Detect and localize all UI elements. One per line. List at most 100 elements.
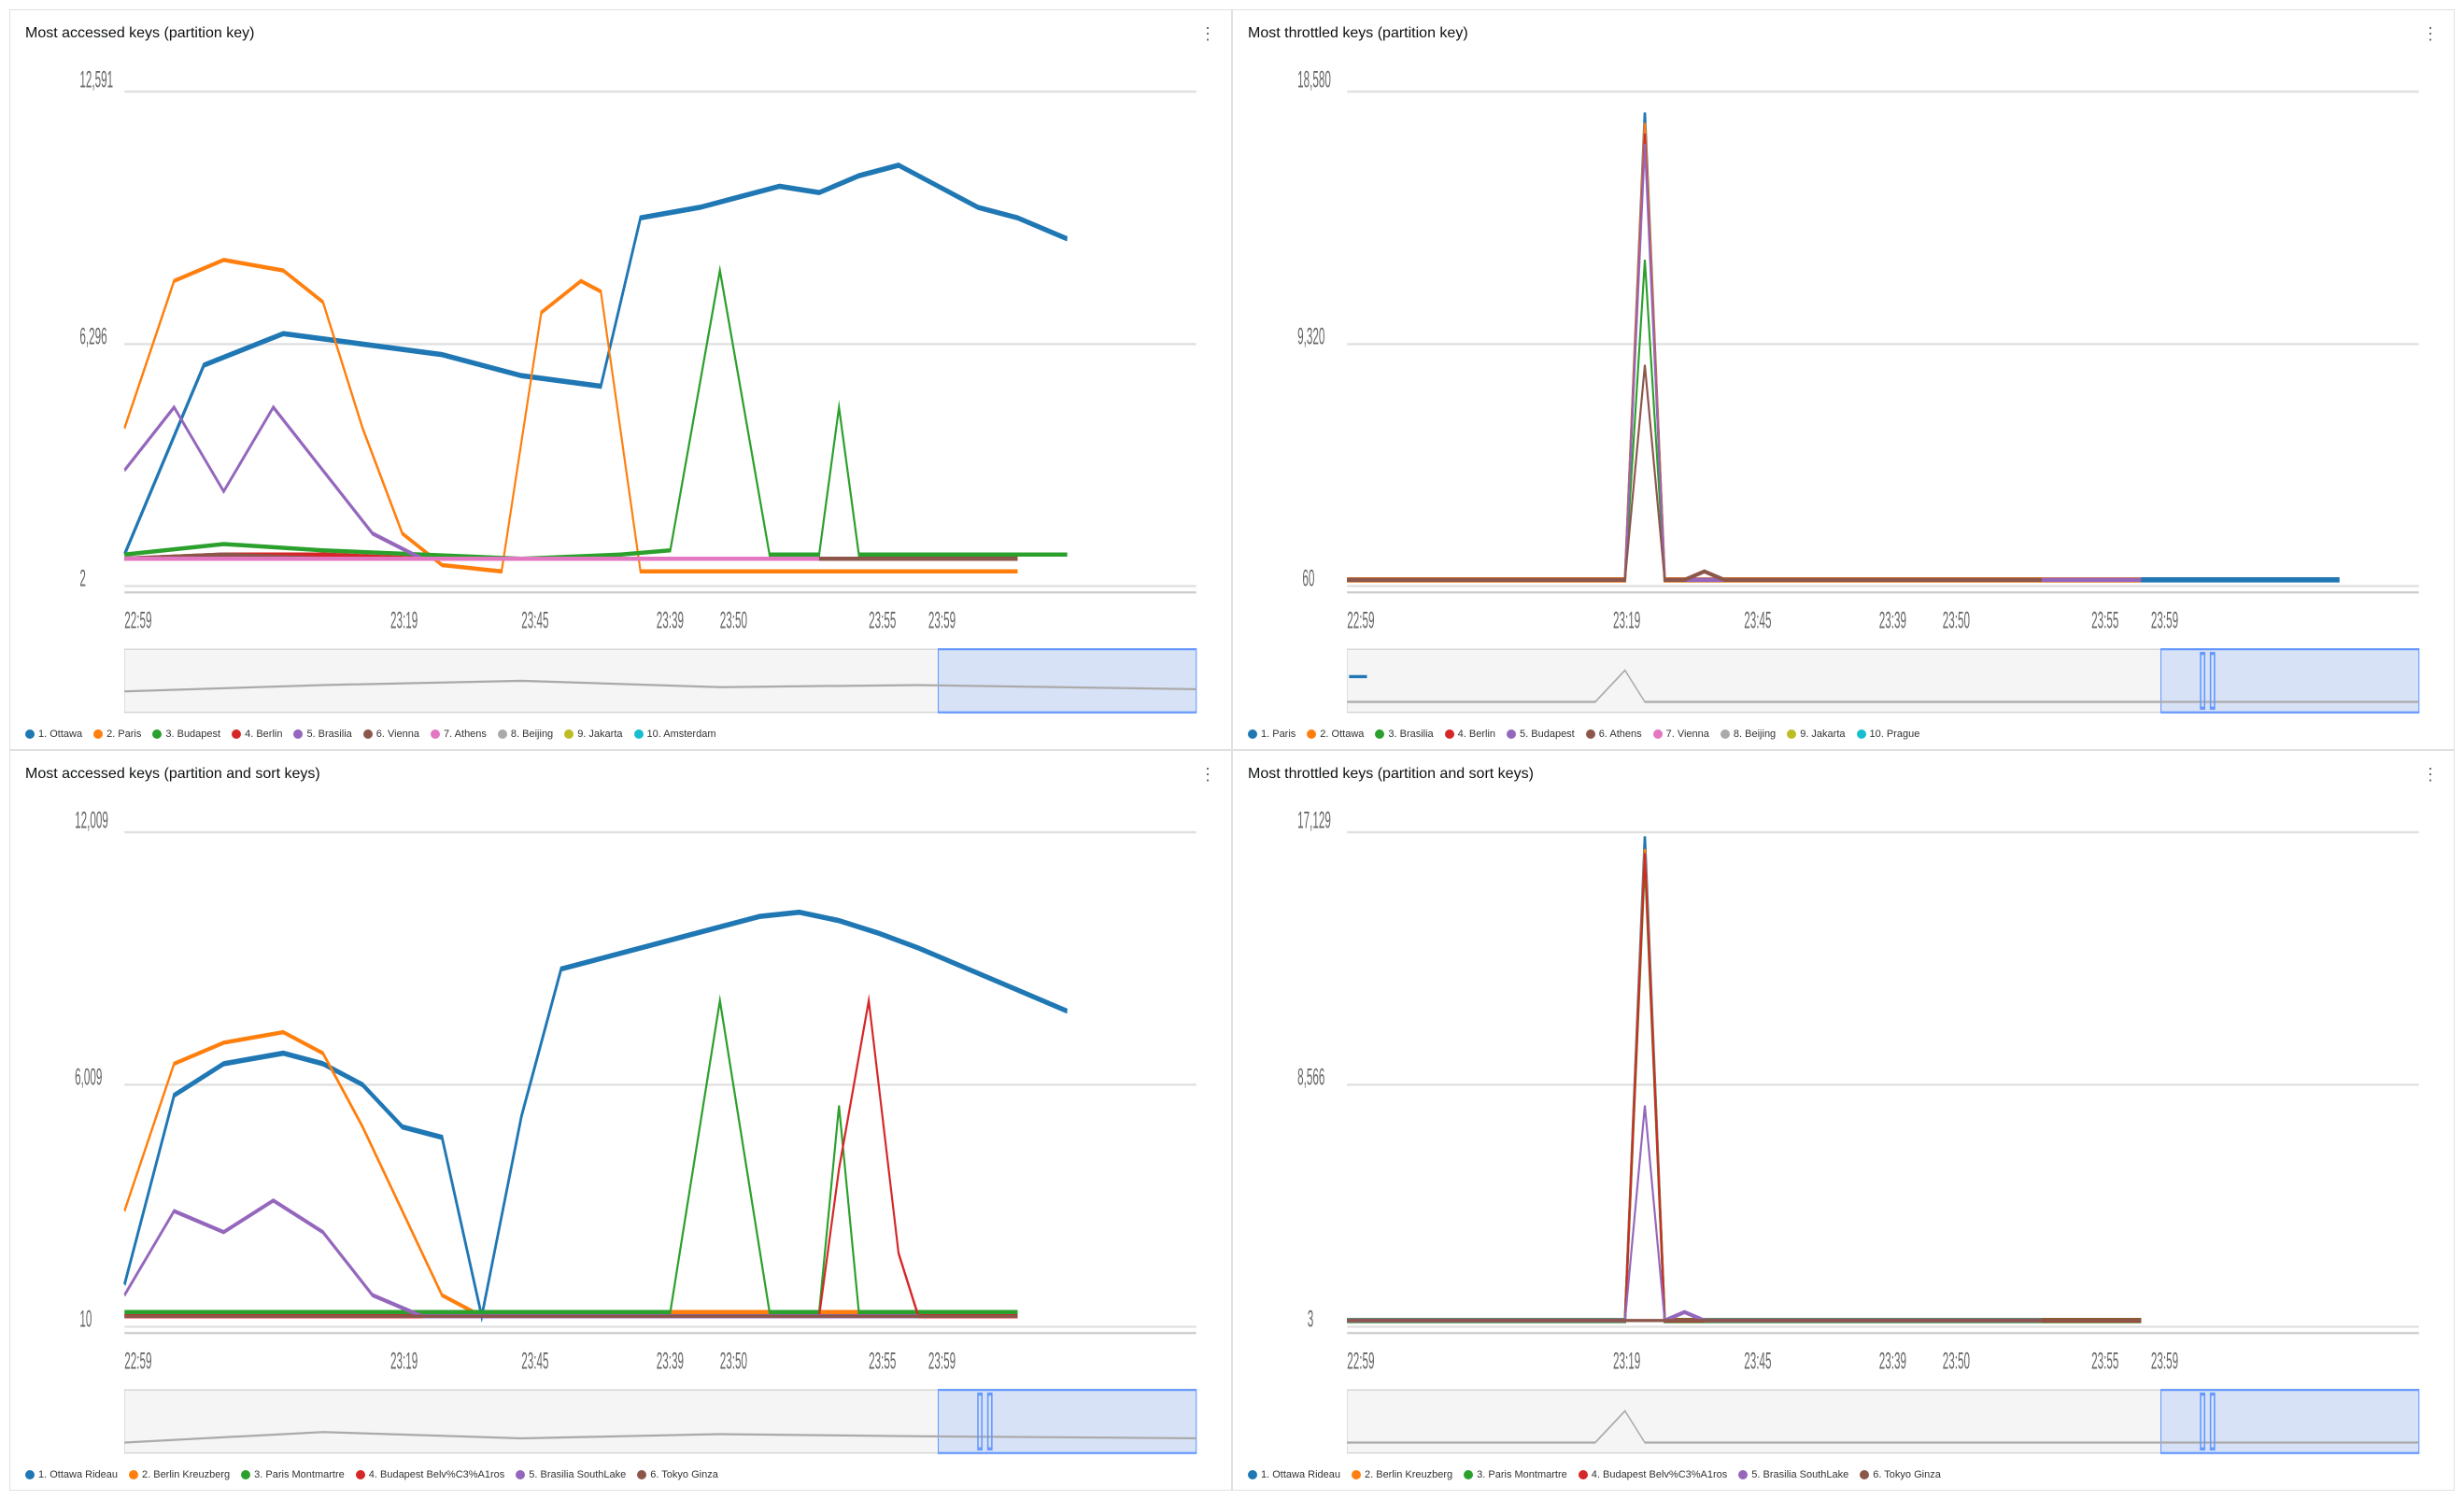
legend-dot-2-0 — [1248, 729, 1257, 739]
panel-menu-icon-4[interactable]: ⋮ — [2422, 766, 2439, 783]
legend-label-1-9: 10. Amsterdam — [647, 729, 716, 740]
legend-item-1-6: 7. Athens — [431, 729, 487, 740]
legend-label-2-1: 2. Ottawa — [1320, 729, 1364, 740]
legend-item-1-4: 5. Brasilia — [293, 729, 351, 740]
svg-text:10: 10 — [79, 1307, 92, 1333]
legend-item-2-7: 8. Beijing — [1721, 729, 1776, 740]
legend-label-2-8: 9. Jakarta — [1800, 729, 1845, 740]
legend-dot-1-7 — [498, 729, 507, 739]
legend-label-4-5: 6. Tokyo Ginza — [1873, 1469, 1941, 1480]
legend-label-1-3: 4. Berlin — [245, 729, 282, 740]
legend-4: 1. Ottawa Rideau 2. Berlin Kreuzberg 3. … — [1248, 1469, 2439, 1480]
legend-dot-3-2 — [241, 1470, 250, 1479]
svg-text:22:59: 22:59 — [1347, 608, 1374, 634]
panel-header-2: Most throttled keys (partition key) ⋮ — [1248, 25, 2439, 42]
legend-dot-1-5 — [363, 729, 373, 739]
panel-most-throttled-partition: Most throttled keys (partition key) ⋮ 18… — [1232, 9, 2455, 750]
legend-dot-2-6 — [1653, 729, 1663, 739]
x-label-1-2: 23:39 — [657, 608, 684, 634]
legend-dot-1-4 — [293, 729, 303, 739]
legend-3: 1. Ottawa Rideau 2. Berlin Kreuzberg 3. … — [25, 1469, 1216, 1480]
legend-dot-1-2 — [152, 729, 162, 739]
legend-label-3-3: 4. Budapest Belv%C3%A1ros — [369, 1469, 505, 1480]
chart-svg-3: 12,009 6,009 10 22:59 23:19 23:39 23:59 … — [25, 790, 1216, 1464]
legend-2: 1. Paris 2. Ottawa 3. Brasilia 4. Berlin… — [1248, 729, 2439, 740]
legend-dot-4-0 — [1248, 1470, 1257, 1479]
legend-item-1-5: 6. Vienna — [363, 729, 419, 740]
panel-title-3: Most accessed keys (partition and sort k… — [25, 766, 320, 783]
legend-item-2-0: 1. Paris — [1248, 729, 1296, 740]
legend-label-3-0: 1. Ottawa Rideau — [38, 1469, 118, 1480]
svg-text:23:55: 23:55 — [2091, 1349, 2118, 1375]
svg-text:23:59: 23:59 — [928, 1349, 956, 1375]
legend-item-4-5: 6. Tokyo Ginza — [1860, 1469, 1941, 1480]
legend-item-2-9: 10. Prague — [1857, 729, 1920, 740]
panel-most-throttled-sort: Most throttled keys (partition and sort … — [1232, 750, 2455, 1491]
legend-item-1-1: 2. Paris — [93, 729, 141, 740]
svg-text:23:50: 23:50 — [720, 1349, 747, 1375]
chart-svg-2: 18,580 9,320 60 22:59 23:19 23:39 23:59 … — [1248, 50, 2439, 723]
svg-text:23:19: 23:19 — [1613, 608, 1640, 634]
legend-label-2-4: 5. Budapest — [1520, 729, 1575, 740]
legend-item-4-2: 3. Paris Montmartre — [1464, 1469, 1567, 1480]
legend-label-2-5: 6. Athens — [1599, 729, 1642, 740]
legend-item-1-2: 3. Budapest — [152, 729, 220, 740]
legend-label-2-2: 3. Brasilia — [1388, 729, 1433, 740]
legend-item-1-0: 1. Ottawa — [25, 729, 82, 740]
legend-item-4-4: 5. Brasilia SouthLake — [1738, 1469, 1848, 1480]
legend-item-1-8: 9. Jakarta — [564, 729, 622, 740]
svg-text:23:50: 23:50 — [1943, 1349, 1970, 1375]
legend-item-1-7: 8. Beijing — [498, 729, 553, 740]
legend-item-2-3: 4. Berlin — [1445, 729, 1495, 740]
panel-title-2: Most throttled keys (partition key) — [1248, 25, 1468, 42]
legend-label-2-3: 4. Berlin — [1458, 729, 1495, 740]
legend-label-4-0: 1. Ottawa Rideau — [1261, 1469, 1340, 1480]
legend-dot-4-4 — [1738, 1470, 1748, 1479]
legend-dot-1-9 — [634, 729, 644, 739]
svg-text:23:19: 23:19 — [1613, 1349, 1640, 1375]
legend-label-1-6: 7. Athens — [444, 729, 487, 740]
panel-title-4: Most throttled keys (partition and sort … — [1248, 766, 1534, 783]
legend-item-2-4: 5. Budapest — [1507, 729, 1575, 740]
dashboard: Most accessed keys (partition key) ⋮ 12,… — [0, 0, 2464, 1500]
svg-text:23:55: 23:55 — [869, 1349, 896, 1375]
legend-label-4-3: 4. Budapest Belv%C3%A1ros — [1592, 1469, 1728, 1480]
legend-item-1-3: 4. Berlin — [232, 729, 282, 740]
legend-dot-2-5 — [1586, 729, 1595, 739]
legend-item-3-0: 1. Ottawa Rideau — [25, 1469, 118, 1480]
chart-area-4: 17,129 8,566 3 22:59 23:19 23:39 23:59 2… — [1248, 790, 2439, 1480]
legend-item-2-5: 6. Athens — [1586, 729, 1642, 740]
legend-dot-2-8 — [1787, 729, 1796, 739]
svg-text:23:19: 23:19 — [390, 1349, 418, 1375]
legend-item-3-5: 6. Tokyo Ginza — [637, 1469, 718, 1480]
panel-menu-icon-3[interactable]: ⋮ — [1199, 766, 1216, 783]
legend-dot-3-3 — [356, 1470, 365, 1479]
svg-text:23:45: 23:45 — [521, 1349, 548, 1375]
legend-label-4-4: 5. Brasilia SouthLake — [1751, 1469, 1848, 1480]
chart-svg-4: 17,129 8,566 3 22:59 23:19 23:39 23:59 2… — [1248, 790, 2439, 1464]
y-label-mid-2: 9,320 — [1297, 324, 1324, 350]
svg-text:22:59: 22:59 — [124, 1349, 151, 1375]
legend-item-2-1: 2. Ottawa — [1307, 729, 1364, 740]
panel-title-1: Most accessed keys (partition key) — [25, 25, 254, 42]
svg-text:23:39: 23:39 — [657, 1349, 684, 1375]
legend-item-2-8: 9. Jakarta — [1787, 729, 1845, 740]
legend-dot-2-3 — [1445, 729, 1454, 739]
svg-text:8,566: 8,566 — [1297, 1065, 1324, 1091]
x-tick-1-50: 23:50 — [720, 608, 747, 634]
legend-label-3-4: 5. Brasilia SouthLake — [529, 1469, 626, 1480]
svg-text:23:39: 23:39 — [1879, 608, 1906, 634]
chart-area-1: 12,591 6,296 2 22:59 23:19 23:39 23:59 2… — [25, 50, 1216, 740]
legend-dot-2-2 — [1375, 729, 1384, 739]
y-label-top-2: 18,580 — [1297, 67, 1331, 93]
legend-dot-4-1 — [1352, 1470, 1361, 1479]
svg-text:23:45: 23:45 — [1744, 1349, 1771, 1375]
legend-label-4-2: 3. Paris Montmartre — [1477, 1469, 1567, 1480]
legend-dot-4-5 — [1860, 1470, 1869, 1479]
legend-label-1-2: 3. Budapest — [165, 729, 220, 740]
legend-label-2-7: 8. Beijing — [1734, 729, 1776, 740]
panel-menu-icon-1[interactable]: ⋮ — [1199, 25, 1216, 42]
legend-label-1-7: 8. Beijing — [511, 729, 553, 740]
panel-menu-icon-2[interactable]: ⋮ — [2422, 25, 2439, 42]
legend-dot-2-7 — [1721, 729, 1730, 739]
